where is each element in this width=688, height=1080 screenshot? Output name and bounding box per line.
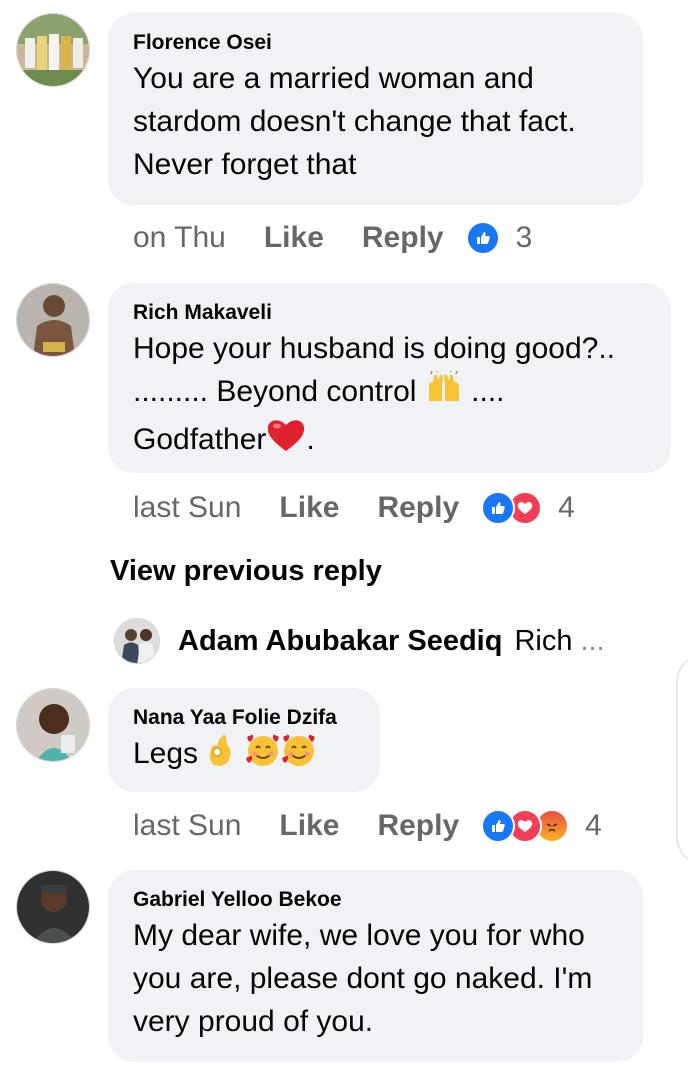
reactions-summary[interactable] bbox=[481, 491, 543, 525]
avatar-image bbox=[17, 871, 89, 943]
like-button[interactable]: Like bbox=[279, 809, 339, 843]
comment-text-line: Never forget that bbox=[133, 148, 357, 181]
comment-author[interactable]: Rich Makaveli bbox=[133, 299, 646, 327]
raising-hands-emoji bbox=[425, 370, 463, 417]
comment-text-segment: Legs bbox=[133, 737, 199, 770]
side-panel-edge bbox=[676, 655, 688, 864]
avatar-image bbox=[115, 619, 159, 663]
comment-text-segment: .... bbox=[471, 375, 505, 408]
red-heart-emoji bbox=[266, 417, 306, 465]
comment-author[interactable]: Nana Yaa Folie Dzifa bbox=[133, 704, 355, 732]
like-button[interactable]: Like bbox=[279, 491, 339, 525]
reply-button[interactable]: Reply bbox=[362, 221, 444, 255]
view-previous-reply-link[interactable]: View previous reply bbox=[110, 555, 382, 588]
avatar[interactable] bbox=[16, 13, 90, 87]
comment-timestamp[interactable]: last Sun bbox=[133, 809, 241, 843]
comment-bubble: Rich Makaveli Hope your husband is doing… bbox=[108, 283, 671, 473]
comment-text-segment: ......... Beyond control bbox=[133, 375, 417, 408]
avatar-image bbox=[17, 284, 89, 356]
comment-author[interactable]: Florence Osei bbox=[133, 29, 618, 57]
like-button[interactable]: Like bbox=[264, 221, 324, 255]
comment-text-line: You are a married woman and bbox=[133, 62, 534, 95]
comment-actions: on Thu Like Reply 3 bbox=[133, 218, 532, 258]
comment-timestamp[interactable]: last Sun bbox=[133, 491, 241, 525]
comment-text: Hope your husband is doing good?.. .....… bbox=[133, 327, 646, 465]
reaction-count[interactable]: 4 bbox=[585, 809, 602, 843]
comment-text-segment: Godfather bbox=[133, 423, 267, 456]
avatar-image bbox=[17, 689, 89, 761]
comment-timestamp[interactable]: on Thu bbox=[133, 221, 226, 255]
comment-author[interactable]: Gabriel Yelloo Bekoe bbox=[133, 886, 618, 914]
comment-bubble: Florence Osei You are a married woman an… bbox=[108, 13, 643, 205]
reply-author[interactable]: Adam Abubakar Seediq bbox=[178, 625, 502, 658]
comment-text-line: My dear wife, we love you for who bbox=[133, 919, 585, 952]
reply-text: Rich bbox=[514, 624, 573, 657]
reactions-summary[interactable] bbox=[465, 221, 500, 255]
reply-button[interactable]: Reply bbox=[377, 809, 459, 843]
comment-actions: last Sun Like Reply 4 bbox=[133, 488, 575, 528]
reaction-count[interactable]: 4 bbox=[558, 491, 575, 525]
like-reaction-icon bbox=[481, 491, 516, 525]
comment-text-line: stardom doesn't change that fact. bbox=[133, 105, 576, 138]
reactions-summary[interactable] bbox=[481, 809, 570, 843]
comment-text-line: very proud of you. bbox=[133, 1005, 374, 1038]
comment-text-line: ......... Beyond control .... bbox=[133, 370, 646, 417]
comment-bubble: Nana Yaa Folie Dzifa Legs bbox=[108, 688, 380, 792]
reply-truncation: ... bbox=[580, 624, 605, 657]
comment-text-line: Godfather . bbox=[133, 417, 646, 465]
like-reaction-icon bbox=[465, 221, 500, 255]
comment-bubble: Gabriel Yelloo Bekoe My dear wife, we lo… bbox=[108, 870, 643, 1062]
like-reaction-icon bbox=[481, 809, 516, 843]
comment-text-segment: . bbox=[306, 423, 315, 456]
reply-button[interactable]: Reply bbox=[377, 491, 459, 525]
smiling-face-with-hearts-emoji bbox=[245, 733, 281, 779]
smiling-face-with-hearts-emoji bbox=[281, 733, 317, 779]
comment-actions: last Sun Like Reply 4 bbox=[133, 806, 602, 846]
comment-text: You are a married woman and stardom does… bbox=[133, 57, 618, 186]
avatar-image bbox=[17, 14, 89, 86]
ok-hand-emoji bbox=[206, 733, 236, 779]
avatar[interactable] bbox=[114, 618, 160, 664]
avatar[interactable] bbox=[16, 688, 90, 762]
avatar[interactable] bbox=[16, 870, 90, 944]
comment-text-line: you are, please dont go naked. I'm bbox=[133, 962, 593, 995]
reply-preview[interactable]: Adam Abubakar Seediq Rich ... bbox=[114, 618, 688, 664]
comment-text-line: Hope your husband is doing good?.. bbox=[133, 332, 616, 365]
reaction-count[interactable]: 3 bbox=[516, 221, 533, 255]
comment-text: My dear wife, we love you for who you ar… bbox=[133, 914, 618, 1043]
avatar[interactable] bbox=[16, 283, 90, 357]
comment-text: Legs bbox=[133, 732, 355, 779]
